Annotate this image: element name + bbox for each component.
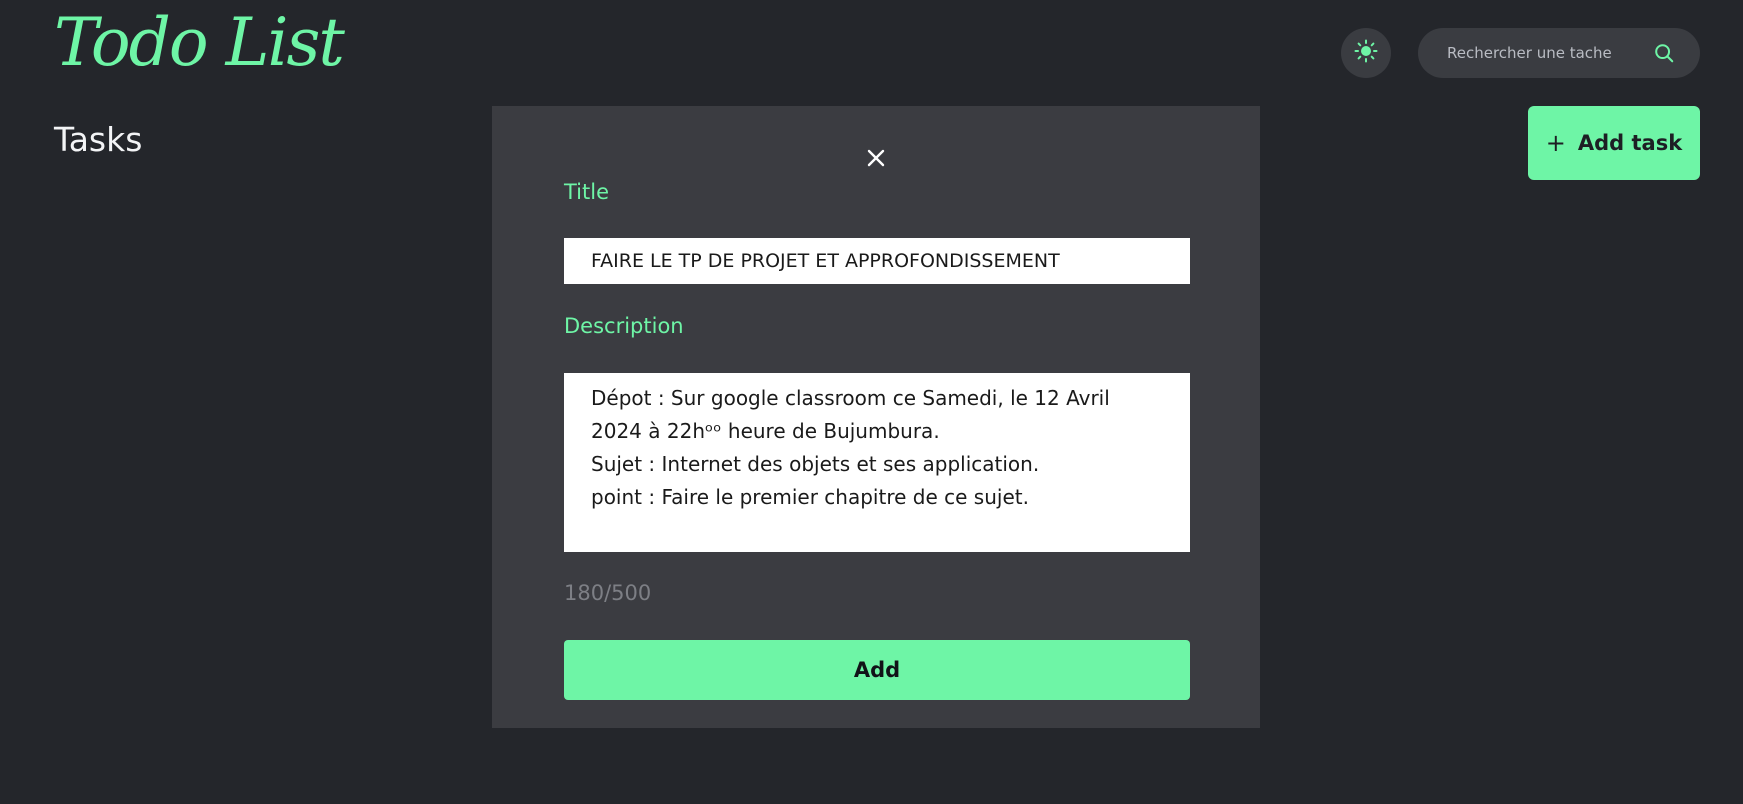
character-counter: 180/500 xyxy=(564,581,652,605)
title-input[interactable] xyxy=(564,238,1190,284)
search-icon[interactable] xyxy=(1652,41,1676,65)
add-task-label: Add task xyxy=(1577,131,1683,155)
add-task-button[interactable]: + Add task xyxy=(1528,106,1700,180)
add-task-modal: Title Description Dépot : Sur google cla… xyxy=(492,106,1260,728)
theme-toggle-button[interactable] xyxy=(1341,28,1391,78)
description-textarea[interactable]: Dépot : Sur google classroom ce Samedi, … xyxy=(564,373,1190,552)
title-label: Title xyxy=(564,180,610,204)
sun-icon xyxy=(1354,39,1378,67)
plus-icon: + xyxy=(1545,129,1566,157)
search-bar xyxy=(1418,28,1700,78)
close-icon[interactable] xyxy=(860,142,892,174)
add-button[interactable]: Add xyxy=(564,640,1190,700)
description-label: Description xyxy=(564,314,684,338)
app-logo: Todo List xyxy=(54,4,345,81)
search-input[interactable] xyxy=(1445,43,1646,63)
page-title: Tasks xyxy=(54,120,143,159)
